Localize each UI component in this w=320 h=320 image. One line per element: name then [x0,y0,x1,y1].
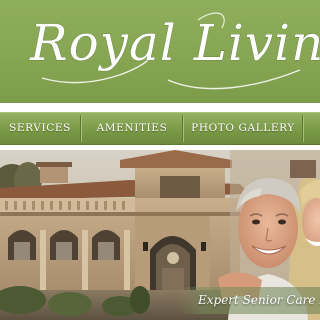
nav-divider [182,115,183,142]
site-logo[interactable]: Royal Living [0,0,320,103]
nav-item-services[interactable]: SERVICES [0,113,80,144]
nav-item-photo-gallery[interactable]: PHOTO GALLERY [184,113,302,144]
hero-tagline: Expert Senior Care I [198,293,320,307]
site-header: Royal Living [0,0,320,103]
main-nav: SERVICES AMENITIES PHOTO GALLERY [0,112,320,145]
header-divider [0,103,320,112]
logo-wordmark: Royal Living [29,14,320,72]
nav-item-amenities[interactable]: AMENITIES [82,113,182,144]
nav-divider [80,115,81,142]
nav-divider [302,115,303,142]
